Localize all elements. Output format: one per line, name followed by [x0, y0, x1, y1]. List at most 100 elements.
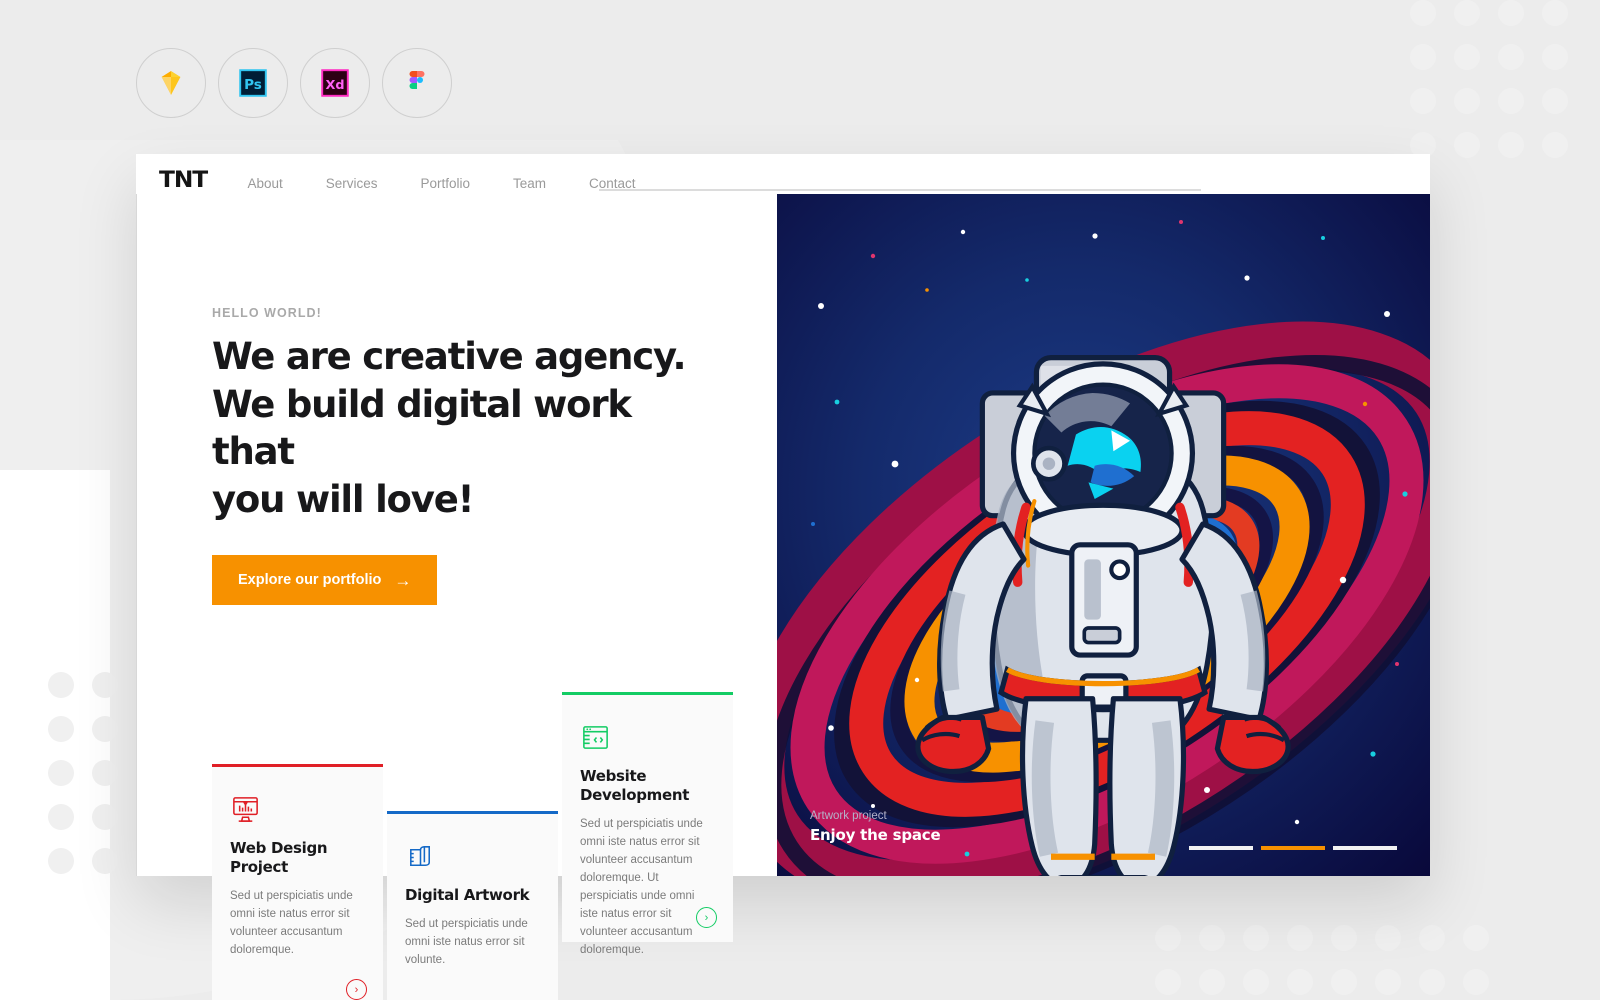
cta-label: Explore our portfolio: [238, 572, 382, 589]
photoshop-glyph: Ps: [239, 69, 267, 97]
headline-line-1: We are creative agency.: [212, 335, 687, 378]
decorative-dot: [48, 672, 74, 698]
decorative-dot: [92, 716, 118, 742]
decorative-dot: [1155, 969, 1181, 995]
headline-line-2: We build digital work that: [212, 382, 632, 474]
decorative-dot: [92, 672, 118, 698]
arrow-right-icon: →: [394, 570, 412, 590]
header-divider-line: [599, 189, 1201, 191]
slide-indicator-3[interactable]: [1333, 846, 1397, 850]
decorative-dot: [1454, 132, 1480, 158]
nav-item-services[interactable]: Services: [326, 176, 378, 191]
card-title-l1: Digital Artwork: [405, 886, 530, 904]
card-description: Sed ut perspiciatis unde omni iste natus…: [230, 889, 353, 956]
service-cards: Web Design Project Sed ut perspiciatis u…: [212, 692, 782, 1000]
slide-indicator-1[interactable]: [1189, 846, 1253, 850]
decorative-dot: [1498, 44, 1524, 70]
dot-grid-bottom: [1155, 925, 1545, 1000]
page-body: HELLO WORLD! We are creative agency. We …: [136, 194, 1430, 1000]
decorative-dot: [1243, 969, 1269, 995]
hero-eyebrow: HELLO WORLD!: [212, 306, 322, 320]
decorative-dot: [1331, 969, 1357, 995]
monitor-design-icon: [233, 797, 258, 822]
service-card-digital-artwork[interactable]: Digital Artwork Sed ut perspiciatis unde…: [387, 811, 558, 1000]
service-card-web-design[interactable]: Web Design Project Sed ut perspiciatis u…: [212, 764, 383, 1000]
decorative-dot: [48, 760, 74, 786]
decorative-dot: [1498, 132, 1524, 158]
decorative-dot: [1463, 925, 1489, 951]
decorative-dot: [1498, 88, 1524, 114]
slide-caption: Artwork project Enjoy the space: [810, 810, 941, 844]
figma-glyph: [409, 71, 425, 89]
site-header: TNT About Services Portfolio Team Contac…: [136, 154, 1430, 194]
nav-item-team[interactable]: Team: [513, 176, 546, 191]
card-description: Sed ut perspiciatis unde omni iste natus…: [580, 817, 703, 956]
hero-slide-panel[interactable]: Artwork project Enjoy the space: [777, 194, 1430, 876]
card-title-l1: Web Design: [230, 839, 328, 857]
nav-item-about[interactable]: About: [247, 176, 282, 191]
adobe-xd-icon[interactable]: Xd: [300, 48, 370, 118]
card-title: Web Design Project: [230, 839, 365, 877]
decorative-dot: [1287, 969, 1313, 995]
card-accent-bar: [387, 811, 558, 814]
card-accent-bar: [212, 764, 383, 767]
hero-section: HELLO WORLD! We are creative agency. We …: [137, 194, 777, 606]
artwork-ruler-icon: [410, 846, 430, 866]
logo[interactable]: TNT: [159, 170, 208, 192]
card-accent-bar: [562, 692, 733, 695]
card-title-l1: Website: [580, 767, 647, 785]
decorative-dot: [1199, 925, 1225, 951]
decorative-dot: [1375, 925, 1401, 951]
slide-indicator-2[interactable]: [1261, 846, 1325, 850]
card-title-l2: Development: [580, 785, 690, 804]
sketch-icon[interactable]: [136, 48, 206, 118]
card-title: Digital Artwork: [405, 886, 540, 905]
website-mockup-window: TNT About Services Portfolio Team Contac…: [136, 154, 1430, 1000]
slide-indicators: [1189, 846, 1397, 850]
decorative-dot: [1454, 88, 1480, 114]
card-title: Website Development: [580, 767, 715, 805]
decorative-dot: [1331, 925, 1357, 951]
slide-title: Enjoy the space: [810, 826, 941, 844]
decorative-dot: [48, 716, 74, 742]
decorative-dot: [1410, 88, 1436, 114]
dot-grid-left: [48, 672, 128, 902]
adobe-xd-glyph: Xd: [321, 69, 349, 97]
decorative-dot: [1454, 0, 1480, 26]
card-arrow-button[interactable]: ›: [346, 979, 367, 1000]
svg-text:Xd: Xd: [325, 78, 344, 93]
decorative-dot: [1410, 0, 1436, 26]
decorative-dot: [1375, 969, 1401, 995]
decorative-dot: [1542, 132, 1568, 158]
left-content-column: HELLO WORLD! We are creative agency. We …: [136, 194, 777, 1000]
dot-grid-top-right: [1410, 0, 1600, 172]
decorative-dot: [1419, 969, 1445, 995]
sketch-glyph: [161, 71, 181, 95]
explore-portfolio-button[interactable]: Explore our portfolio →: [212, 555, 438, 606]
card-description: Sed ut perspiciatis unde omni iste natus…: [405, 917, 528, 966]
photoshop-icon[interactable]: Ps: [218, 48, 288, 118]
svg-text:Ps: Ps: [244, 77, 262, 93]
page-title: We are creative agency. We build digital…: [212, 333, 702, 523]
nav-item-portfolio[interactable]: Portfolio: [420, 176, 470, 191]
browser-code-icon: [583, 726, 608, 749]
card-arrow-button[interactable]: ›: [696, 907, 717, 928]
decorative-dot: [92, 848, 118, 874]
decorative-dot: [1155, 925, 1181, 951]
decorative-dot: [1199, 969, 1225, 995]
figma-icon[interactable]: [382, 48, 452, 118]
card-title-l2: Project: [230, 857, 288, 876]
decorative-dot: [1542, 88, 1568, 114]
decorative-dot: [1454, 44, 1480, 70]
decorative-dot: [1542, 44, 1568, 70]
decorative-dot: [1498, 0, 1524, 26]
decorative-dot: [1419, 925, 1445, 951]
decorative-dot: [1243, 925, 1269, 951]
decorative-dot: [92, 804, 118, 830]
decorative-dot: [1287, 925, 1313, 951]
decorative-dot: [1410, 44, 1436, 70]
decorative-dot: [1463, 969, 1489, 995]
service-card-website-development[interactable]: Website Development Sed ut perspiciatis …: [562, 692, 733, 956]
slide-kicker: Artwork project: [810, 810, 887, 822]
headline-line-3: you will love!: [212, 477, 474, 521]
